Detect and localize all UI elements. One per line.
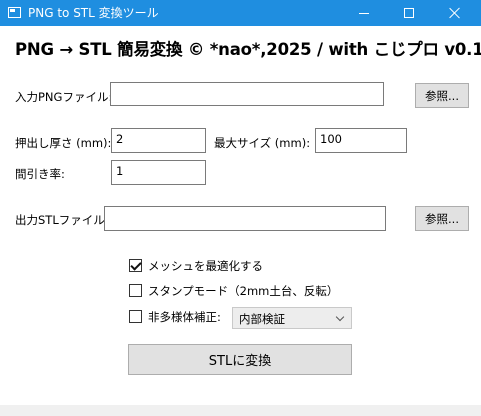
output-browse-button[interactable]: 参照... bbox=[415, 206, 469, 231]
stamp-mode-label[interactable]: スタンプモード（2mm土台、反転） bbox=[148, 284, 338, 298]
output-stl-label: 出力STLファイル: bbox=[15, 213, 109, 227]
extrude-thickness-label: 押出し厚さ (mm): bbox=[15, 136, 112, 150]
app-window-icon bbox=[8, 7, 21, 18]
optimize-mesh-checkbox[interactable] bbox=[129, 259, 142, 272]
page-title: PNG → STL 簡易変換 © *nao*,2025 / with こじプロ … bbox=[15, 40, 481, 59]
maximize-button[interactable] bbox=[389, 0, 429, 26]
convert-to-stl-button[interactable]: STLに変換 bbox=[128, 344, 352, 375]
close-icon bbox=[449, 7, 461, 19]
input-png-field[interactable] bbox=[110, 82, 384, 106]
input-browse-button[interactable]: 参照... bbox=[415, 83, 469, 108]
optimize-mesh-label[interactable]: メッシュを最適化する bbox=[148, 259, 263, 273]
thinning-rate-label: 間引き率: bbox=[15, 167, 65, 181]
close-button[interactable] bbox=[435, 0, 475, 26]
chevron-down-icon bbox=[335, 312, 345, 322]
nonmanifold-fix-checkbox[interactable] bbox=[129, 310, 142, 323]
window-title: PNG to STL 変換ツール bbox=[28, 6, 159, 20]
extrude-thickness-field[interactable]: 2 bbox=[111, 128, 206, 153]
minimize-button[interactable] bbox=[344, 0, 384, 26]
nonmanifold-fix-label[interactable]: 非多様体補正: bbox=[148, 310, 221, 324]
minimize-icon bbox=[359, 12, 369, 14]
fix-method-select[interactable]: 内部検証 bbox=[232, 307, 352, 329]
output-stl-field[interactable] bbox=[104, 206, 386, 231]
stamp-mode-checkbox[interactable] bbox=[129, 284, 142, 297]
input-png-label: 入力PNGファイル: bbox=[15, 90, 113, 104]
maximize-icon bbox=[404, 8, 414, 18]
title-bar: PNG to STL 変換ツール bbox=[0, 0, 481, 26]
fix-method-selected: 内部検証 bbox=[239, 312, 285, 326]
window-bottom-edge bbox=[0, 405, 481, 416]
thinning-rate-field[interactable]: 1 bbox=[111, 160, 206, 185]
max-size-label: 最大サイズ (mm): bbox=[214, 136, 311, 150]
max-size-field[interactable]: 100 bbox=[315, 128, 407, 153]
